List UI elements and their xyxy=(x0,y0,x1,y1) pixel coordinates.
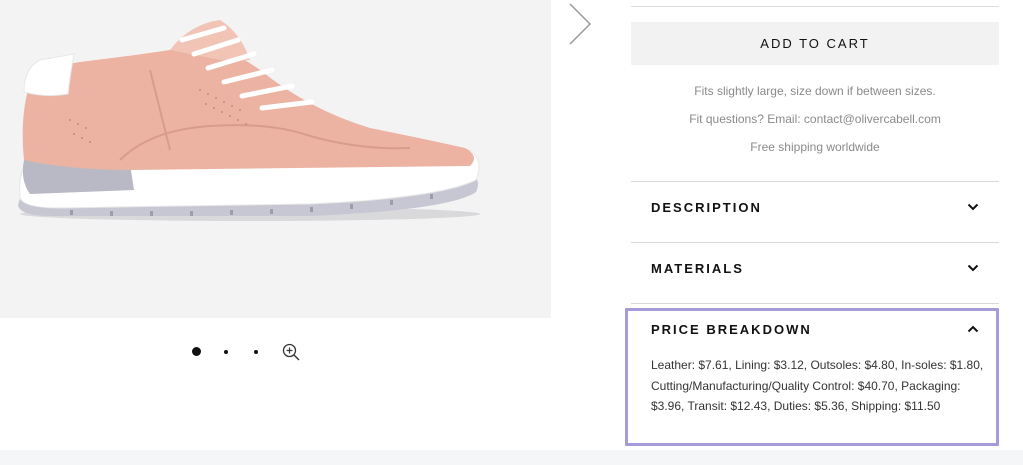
gallery-dot-3[interactable] xyxy=(254,350,258,354)
zoom-in-icon[interactable] xyxy=(282,343,300,361)
product-image-panel xyxy=(0,0,551,318)
gallery-dot-2[interactable] xyxy=(224,350,228,354)
gallery-dot-1[interactable] xyxy=(192,347,201,356)
accordion-materials[interactable]: MATERIALS xyxy=(631,242,999,294)
add-to-cart-button[interactable]: ADD TO CART xyxy=(631,22,999,65)
shipping-note: Free shipping worldwide xyxy=(750,140,880,154)
accordion-title: MATERIALS xyxy=(651,260,744,276)
fit-questions-prefix: Fit questions? Email: xyxy=(689,112,804,126)
chevron-down-icon xyxy=(967,203,979,211)
highlight-outline xyxy=(625,308,999,446)
chevron-right-icon[interactable] xyxy=(566,2,594,46)
fit-questions: Fit questions? Email: contact@olivercabe… xyxy=(631,112,999,126)
gallery-controls xyxy=(186,340,306,364)
footer-band xyxy=(0,450,1023,465)
accordion-description[interactable]: DESCRIPTION xyxy=(631,181,999,233)
chevron-down-icon xyxy=(967,264,979,272)
fit-note: Fits slightly large, size down if betwee… xyxy=(694,84,936,98)
product-image xyxy=(18,20,480,221)
contact-email-link[interactable]: contact@olivercabell.com xyxy=(804,112,941,126)
divider xyxy=(631,6,999,7)
accordion-title: DESCRIPTION xyxy=(651,199,762,215)
